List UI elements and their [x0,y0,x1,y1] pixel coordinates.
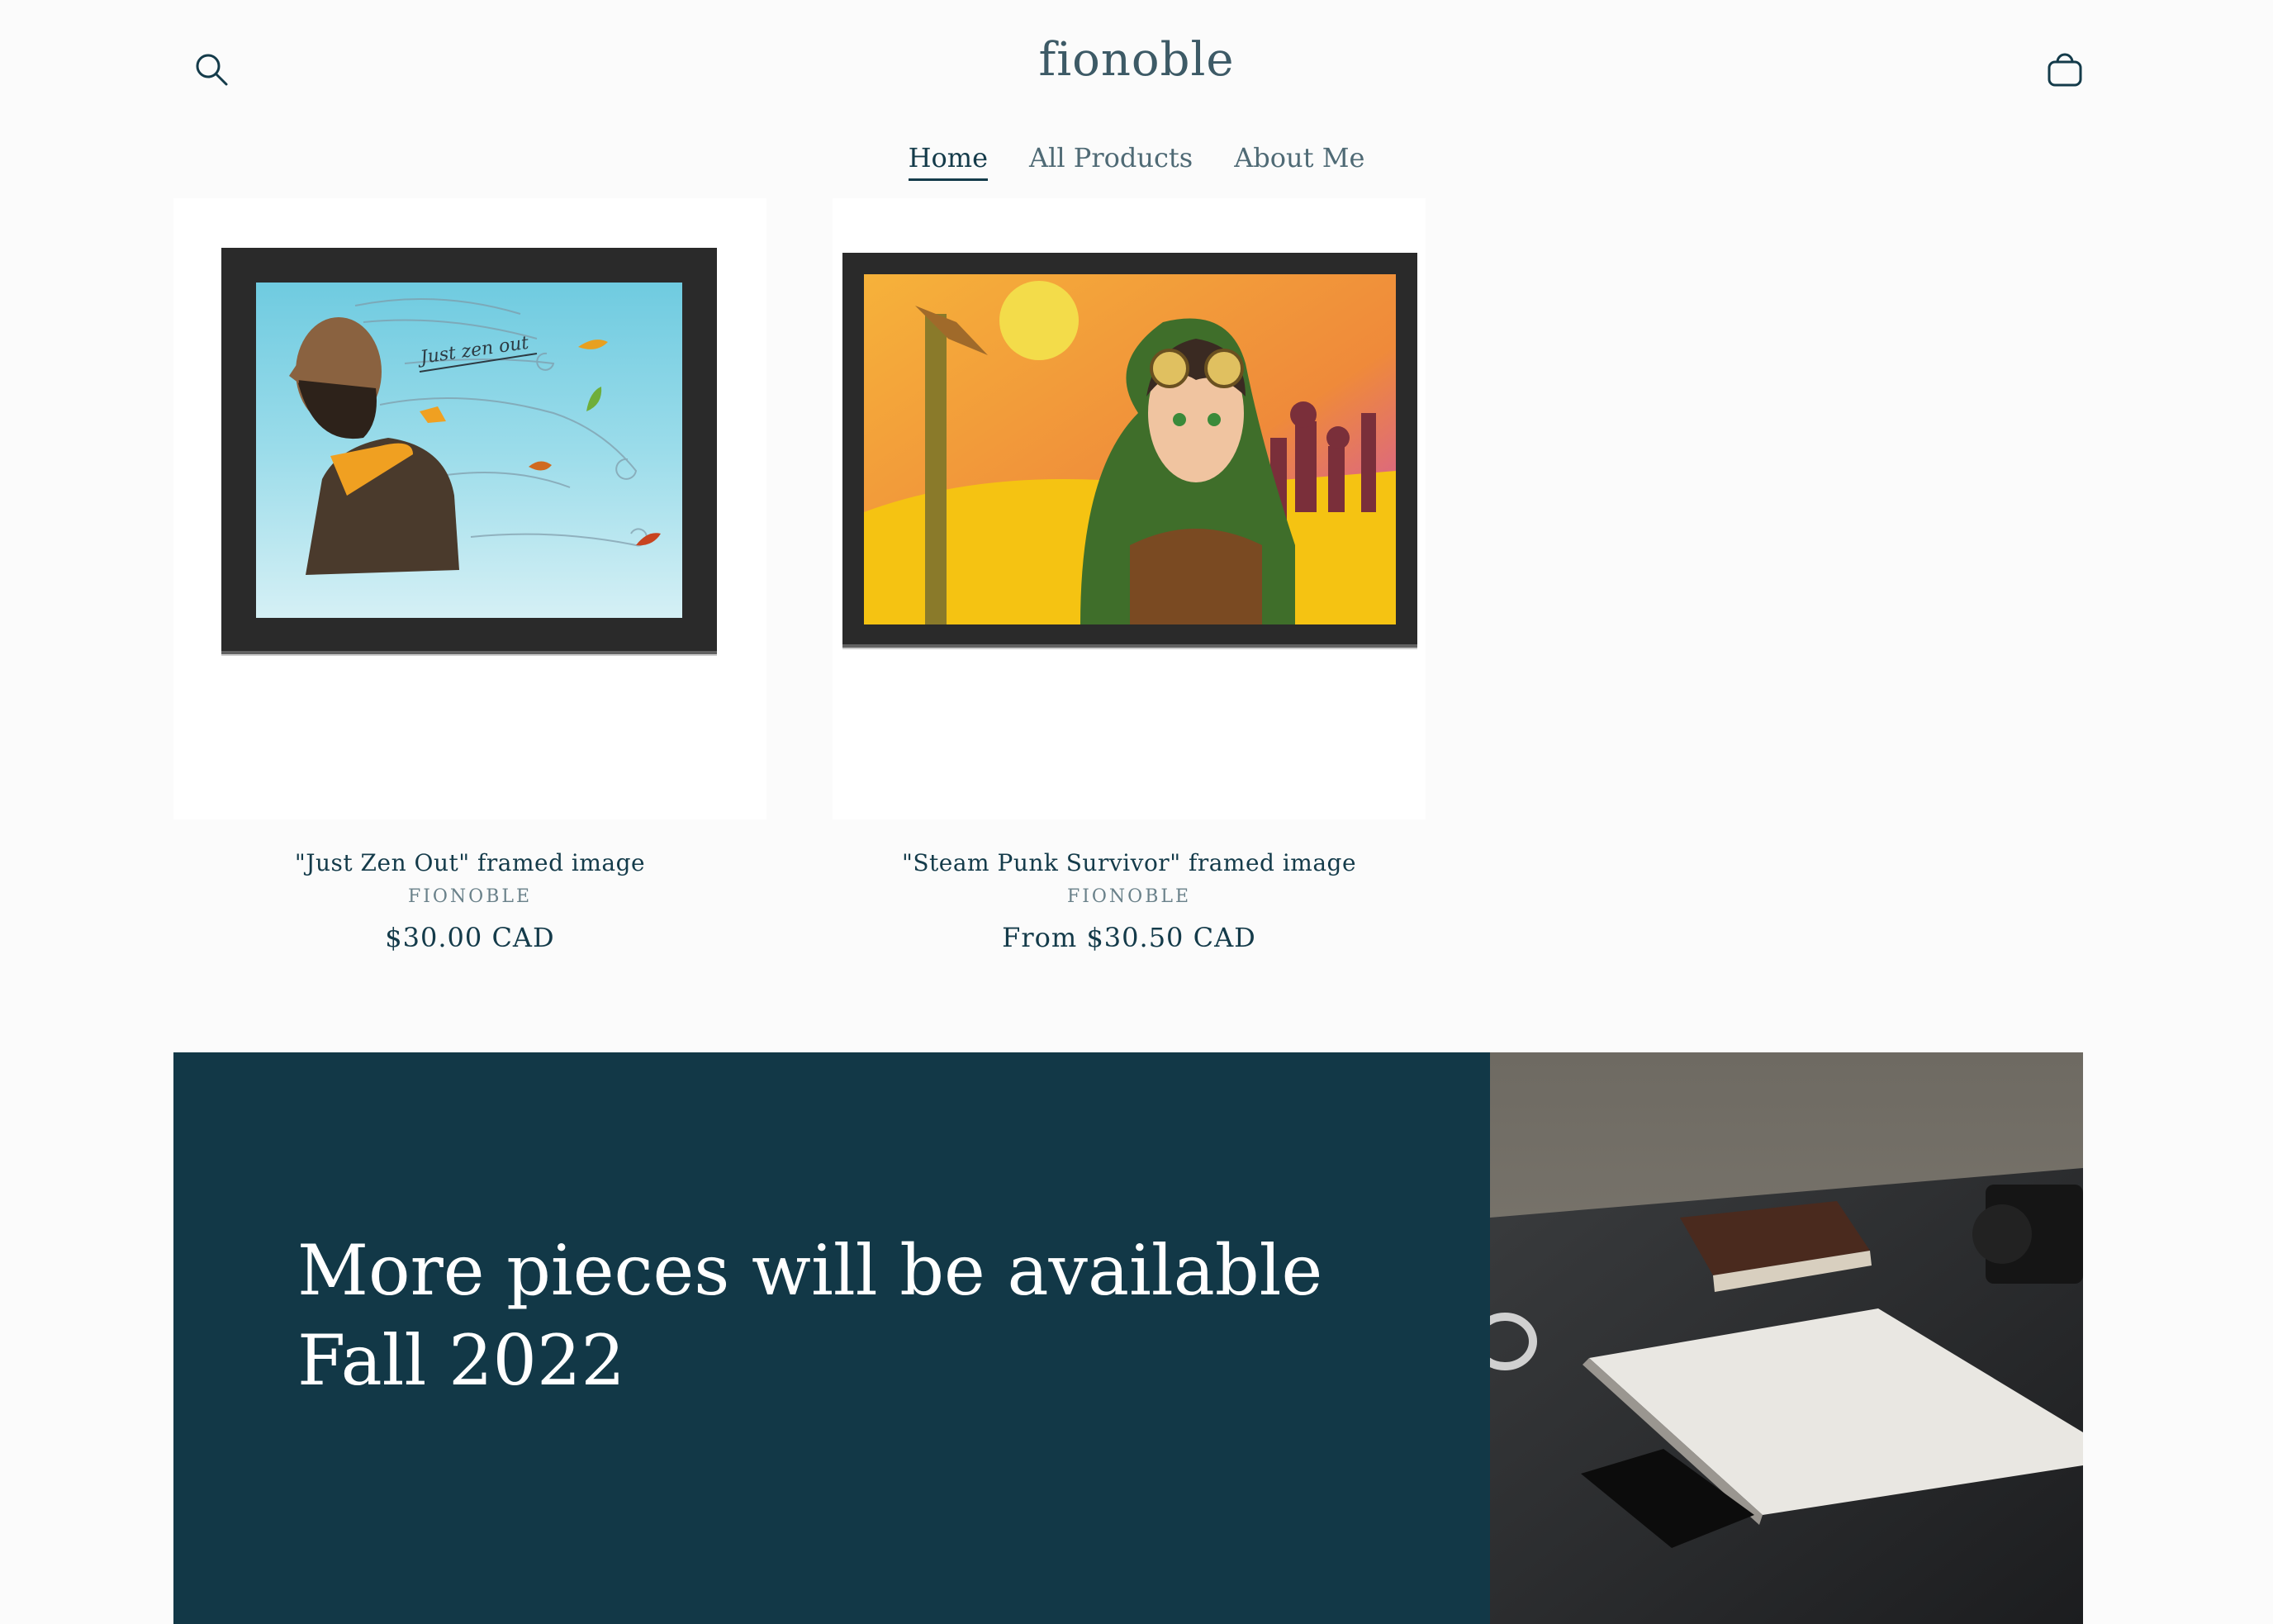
nav-about-me[interactable]: About Me [1234,142,1364,181]
main-nav: Home All Products About Me [0,142,2273,181]
cart-button[interactable] [2032,36,2098,102]
logo-link[interactable]: fionoble [1038,33,1234,87]
desk-photo [1490,1052,2083,1624]
promo-banner: More pieces will be available Fall 2022 [173,1052,2083,1624]
steam-punk-survivor-artwork [842,253,1417,649]
banner-text-panel: More pieces will be available Fall 2022 [173,1052,1490,1624]
product-image-link[interactable] [833,198,1426,819]
just-zen-out-artwork: Just zen out [221,248,717,656]
product-vendor: FIONOBLE [407,886,533,907]
product-card: "Steam Punk Survivor" framed image FIONO… [833,198,1426,953]
nav-home[interactable]: Home [908,142,989,181]
site-logo: fionoble [0,33,2273,87]
product-price: $30.00 CAD [385,922,555,953]
banner-image [1490,1052,2083,1624]
product-image-link[interactable]: Just zen out [173,198,766,819]
product-vendor: FIONOBLE [1066,886,1192,907]
product-price: From $30.50 CAD [1002,922,1256,953]
nav-all-products[interactable]: All Products [1029,142,1193,181]
product-title[interactable]: "Just Zen Out" framed image [173,849,766,876]
site-header: fionoble Home All Products About Me [0,0,2273,198]
cart-icon [2048,53,2082,87]
product-title[interactable]: "Steam Punk Survivor" framed image [833,849,1426,876]
product-card: Just zen out "Just Zen Out" framed image… [173,198,766,953]
banner-heading: More pieces will be available Fall 2022 [297,1230,1323,1402]
